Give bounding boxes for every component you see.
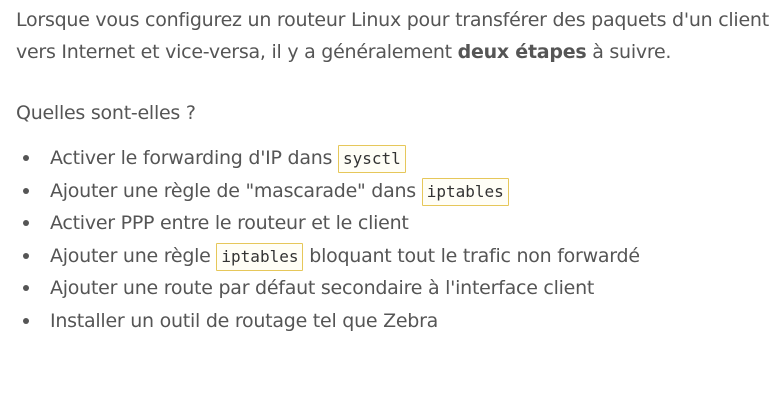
- option-text: Installer un outil de routage tel que Ze…: [50, 309, 439, 332]
- question-text: Quelles sont-elles ?: [16, 102, 196, 124]
- option-item: Ajouter une règle iptables bloquant tout…: [16, 240, 780, 273]
- option-item: Installer un outil de routage tel que Ze…: [16, 305, 780, 338]
- bullet-icon: [23, 317, 29, 324]
- bullet-icon: [23, 252, 29, 259]
- bullet-icon: [23, 220, 29, 226]
- question-content: Lorsque vous configurez un routeur Linux…: [16, 4, 780, 337]
- intro-paragraph: Lorsque vous configurez un routeur Linux…: [16, 4, 780, 68]
- code-snippet: iptables: [216, 242, 304, 271]
- option-text: Ajouter une règle de "mascarade" dans: [50, 179, 422, 202]
- option-text: Ajouter une règle: [50, 244, 217, 267]
- intro-emphasis: deux étapes: [457, 41, 587, 63]
- option-text-end: bloquant tout le trafic non forwardé: [303, 244, 640, 267]
- code-snippet: sysctl: [337, 145, 406, 173]
- intro-text-end: à suivre.: [586, 41, 672, 63]
- option-text: Activer PPP entre le routeur et le clien…: [50, 212, 409, 234]
- code-snippet: iptables: [421, 177, 509, 206]
- bullet-icon: [23, 285, 29, 291]
- option-item: Ajouter une règle de "mascarade" dans ip…: [16, 175, 780, 208]
- option-text: Ajouter une route par défaut secondaire …: [50, 277, 595, 299]
- bullet-icon: [23, 155, 29, 161]
- option-item: Activer le forwarding d'IP dans sysctl: [16, 142, 780, 175]
- options-list: Activer le forwarding d'IP dans sysctl A…: [16, 142, 780, 337]
- option-text: Activer le forwarding d'IP dans: [50, 147, 338, 169]
- option-item: Activer PPP entre le routeur et le clien…: [16, 207, 780, 240]
- bullet-icon: [23, 187, 29, 194]
- option-item: Ajouter une route par défaut secondaire …: [16, 272, 780, 305]
